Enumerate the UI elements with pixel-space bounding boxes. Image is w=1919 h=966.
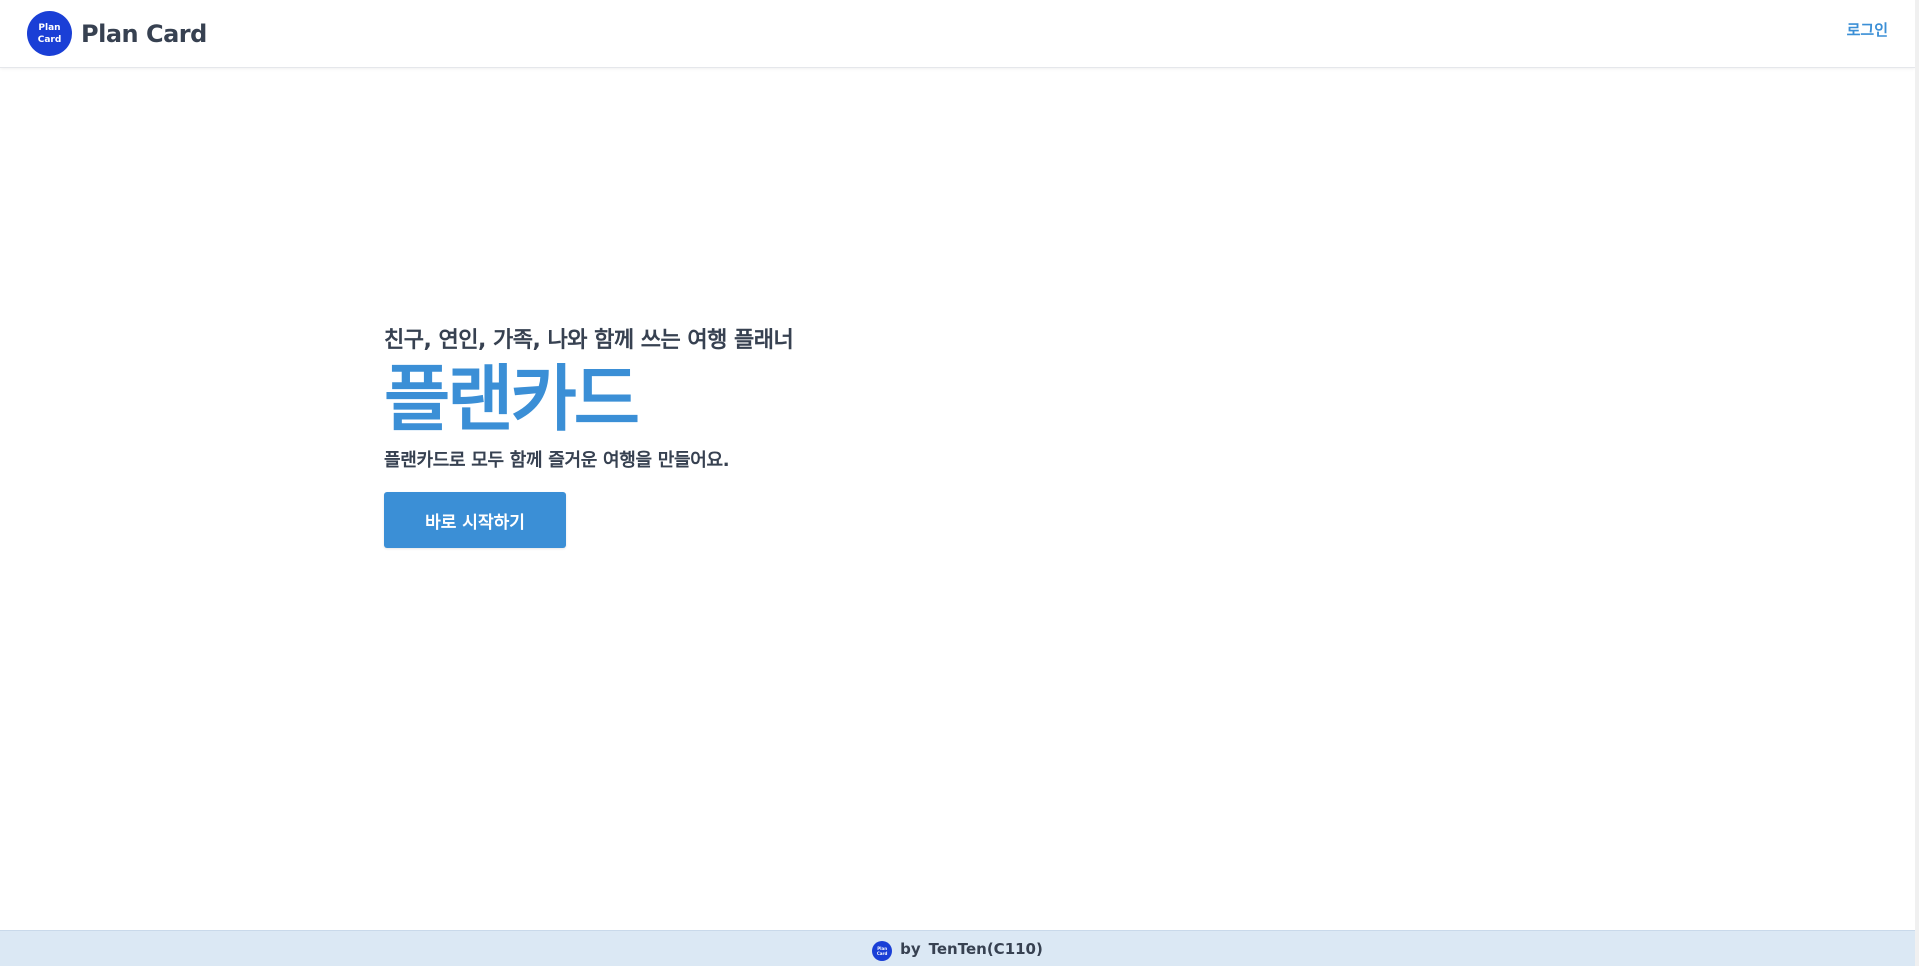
hero-tagline: 친구, 연인, 가족, 나와 함께 쓰는 여행 플래너 bbox=[384, 328, 794, 353]
footer-by-label: by bbox=[900, 940, 921, 958]
footer-logo-line-2: Card bbox=[876, 950, 888, 956]
brand-name: Plan Card bbox=[81, 19, 207, 48]
login-link[interactable]: 로그인 bbox=[1847, 19, 1888, 40]
start-now-button[interactable]: 바로 시작하기 bbox=[384, 492, 566, 548]
plan-card-logo: Plan Card bbox=[27, 11, 72, 56]
page: Plan Card Plan Card 로그인 친구, 연인, 가족, 나와 함… bbox=[0, 0, 1919, 966]
logo-line-2: Card bbox=[37, 34, 62, 45]
hero-title: 플랜카드 bbox=[384, 357, 640, 441]
footer: Plan Card by TenTen(C110) bbox=[0, 930, 1915, 966]
top-header: Plan Card Plan Card 로그인 bbox=[0, 0, 1915, 68]
footer-team-name: TenTen(C110) bbox=[928, 940, 1043, 958]
footer-logo: Plan Card bbox=[872, 940, 893, 961]
hero-section: 친구, 연인, 가족, 나와 함께 쓰는 여행 플래너 플랜카드 플랜카드로 모… bbox=[384, 326, 794, 548]
home-logo-link[interactable]: Plan Card Plan Card bbox=[27, 11, 207, 56]
hero-description: 플랜카드로 모두 함께 즐거운 여행을 만들어요. bbox=[384, 450, 730, 471]
main-area: Plan Card Plan Card 로그인 친구, 연인, 가족, 나와 함… bbox=[0, 0, 1915, 966]
logo-line-1: Plan bbox=[38, 22, 61, 33]
scrollbar-gutter bbox=[1915, 0, 1919, 966]
